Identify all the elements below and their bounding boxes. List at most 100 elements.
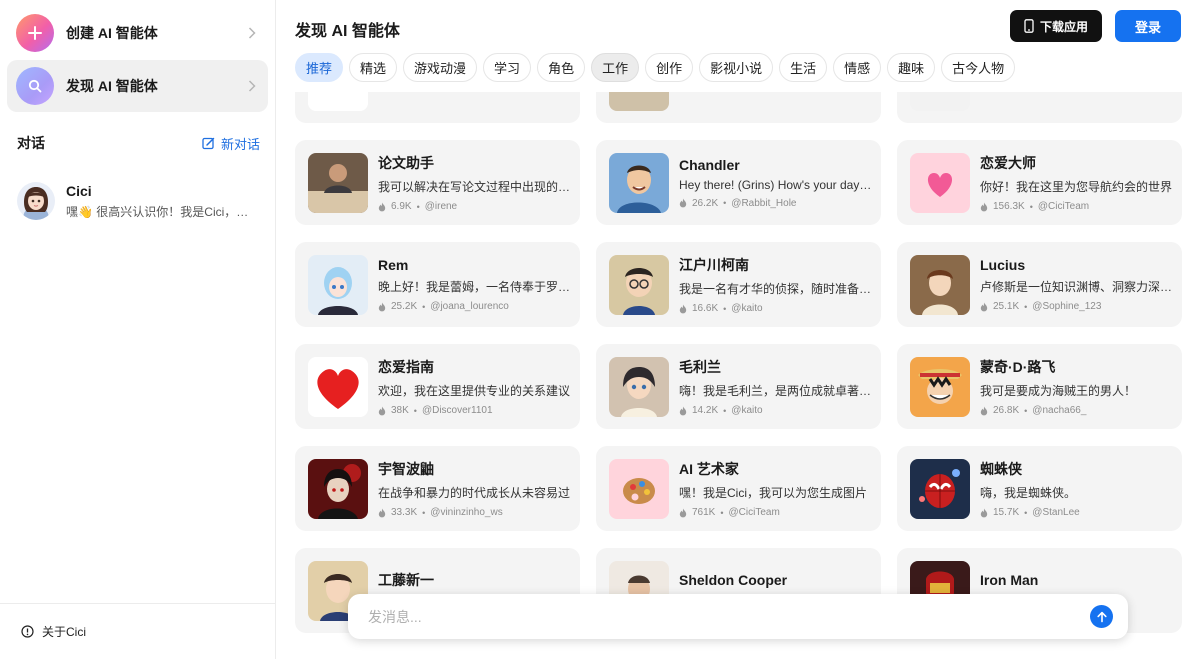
- agent-description: 在战争和暴力的时代成长从未容易过: [378, 486, 571, 500]
- meta-separator: •: [723, 303, 727, 314]
- agent-author: @kaito: [731, 303, 763, 314]
- agent-card[interactable]: 6K•@user_5mFureE92s: [596, 92, 881, 123]
- tab-characters[interactable]: 角色: [537, 53, 586, 82]
- agent-description: 我可以解决在写论文过程中出现的问题: [378, 180, 573, 194]
- agent-description: Hey there! (Grins) How's your day going?: [679, 177, 874, 192]
- meta-separator: •: [1024, 405, 1028, 416]
- fire-icon: [980, 508, 988, 517]
- fire-icon: [980, 406, 988, 415]
- tab-study[interactable]: 学习: [483, 53, 532, 82]
- agent-chat-count: 156.3K: [993, 201, 1025, 212]
- agent-description: 嘿！我是Cici，我可以为您生成图片: [679, 486, 867, 500]
- conversations-title: 对话: [17, 135, 45, 151]
- agent-card[interactable]: 江户川柯南 我是一名有才华的侦探，随时准备解谜 16.6K • @kaito: [596, 242, 881, 327]
- agent-card[interactable]: 恋爱大师你好！我在这里为您导航约会的世界 156.3K • @CiciTeam: [897, 140, 1182, 225]
- agent-meta: 25.1K • @Sophine_123: [980, 301, 1175, 312]
- tab-games-anime[interactable]: 游戏动漫: [403, 53, 478, 82]
- agent-author: @StanLee: [1032, 507, 1080, 518]
- chat-name: Cici: [66, 182, 92, 199]
- agent-grid: 39.3K•@SitiAminahP 6K•@user_5mFureE92s 31.…: [295, 92, 1182, 633]
- agent-chat-count: 25.1K: [993, 301, 1020, 312]
- agent-description: 卢修斯是一位知识渊博、洞察力深刻的人: [980, 280, 1175, 294]
- tab-life[interactable]: 生活: [779, 53, 828, 82]
- agent-description: 你好！我在这里为您导航约会的世界: [980, 180, 1173, 194]
- app-root: 创建 AI 智能体 发现 AI 智能体 对话 新对话 Cici 嘿👋 很高兴认识…: [0, 0, 1200, 659]
- meta-separator: •: [723, 405, 727, 416]
- agent-card[interactable]: 蜘蛛侠 嗨，我是蜘蛛侠。 15.7K • @StanLee: [897, 446, 1182, 531]
- agent-name: 恋爱大师: [980, 155, 1036, 171]
- agent-chat-count: 38K: [391, 405, 409, 416]
- fire-icon: [679, 508, 687, 517]
- new-chat-button[interactable]: 新对话: [202, 134, 260, 153]
- agent-chat-count: 15.7K: [993, 507, 1020, 518]
- agent-avatar: [609, 152, 669, 213]
- agent-meta: 33.3K • @vininzinho_ws: [378, 507, 573, 518]
- fire-icon: [679, 198, 687, 208]
- cici-avatar: [17, 182, 55, 220]
- agent-card[interactable]: 39.3K•@SitiAminahP: [295, 92, 580, 123]
- plus-icon: [16, 14, 54, 52]
- agent-meta: 16.6K • @kaito: [679, 303, 874, 314]
- agent-card[interactable]: 论文助手 我可以解决在写论文过程中出现的问题 6.9K • @irene: [295, 140, 580, 225]
- agent-card[interactable]: 蒙奇·D·路飞 我可是要成为海贼王的男人！ 26.8K • @nacha66_: [897, 344, 1182, 429]
- agent-avatar: [910, 458, 970, 519]
- agent-author: @CiciTeam: [1037, 201, 1090, 212]
- login-label: 登录: [1134, 19, 1161, 35]
- sidebar: 创建 AI 智能体 发现 AI 智能体 对话 新对话 Cici 嘿👋 很高兴认识…: [0, 0, 276, 659]
- message-input[interactable]: [368, 608, 1090, 625]
- tab-creation[interactable]: 创作: [645, 53, 694, 82]
- agent-description: 欢迎，我在这里提供专业的关系建议: [378, 384, 571, 398]
- login-button[interactable]: 登录: [1115, 10, 1181, 42]
- agent-card[interactable]: 毛利兰 嗨！我是毛利兰，是两位成就卓著的人 14.2K • @kaito: [596, 344, 881, 429]
- agent-chat-count: 33.3K: [391, 507, 418, 518]
- agent-card[interactable]: Lucius 卢修斯是一位知识渊博、洞察力深刻的人 25.1K • @Sophine_1…: [897, 242, 1182, 327]
- about-cici-link[interactable]: 关于Cici: [0, 603, 275, 659]
- fire-icon: [378, 406, 386, 415]
- create-agent-button[interactable]: 创建 AI 智能体: [7, 7, 268, 59]
- chevron-right-icon: [248, 80, 256, 92]
- send-button[interactable]: [1090, 605, 1113, 628]
- agent-card[interactable]: AI 艺术家 嘿！我是Cici，我可以为您生成图片 761K • @CiciTeam: [596, 446, 881, 531]
- agent-name: Sheldon Cooper: [679, 572, 788, 588]
- agent-card[interactable]: Rem 晚上好！我是蕾姆，一名侍奉于罗兹瓦尔 25.2K • @joana_louren…: [295, 242, 580, 327]
- search-icon: [16, 67, 54, 105]
- category-tabs: 推荐 精选 游戏动漫 学习 角色 工作 创作 影视小说 生活 情感 趣味 古今人…: [295, 53, 1016, 82]
- agent-card[interactable]: 31.4K•@antoniosilva: [897, 92, 1182, 123]
- fire-icon: [679, 406, 687, 415]
- agent-avatar: [609, 356, 669, 417]
- main-panel: 发现 AI 智能体 下载应用 登录 推荐 精选 游戏动漫 学习 角色 工作 创作…: [276, 0, 1200, 659]
- agent-grid-viewport: 39.3K•@SitiAminahP 6K•@user_5mFureE92s 31.…: [276, 92, 1200, 659]
- discover-agent-label: 发现 AI 智能体: [66, 78, 158, 94]
- edit-icon: [202, 137, 215, 149]
- tab-film-novels[interactable]: 影视小说: [699, 53, 774, 82]
- tab-emotion[interactable]: 情感: [833, 53, 882, 82]
- meta-separator: •: [416, 201, 420, 212]
- agent-card[interactable]: 宇智波鼬 在战争和暴力的时代成长从未容易过 33.3K • @vininzinho_ws: [295, 446, 580, 531]
- download-app-button[interactable]: 下载应用: [1010, 10, 1102, 42]
- message-composer: [348, 594, 1128, 639]
- agent-name: 论文助手: [378, 155, 434, 171]
- chevron-right-icon: [248, 27, 256, 39]
- agent-author: @irene: [424, 201, 458, 212]
- chat-preview: 嘿👋 很高兴认识你！我是Cici，你的AI朋友: [66, 204, 258, 219]
- agent-avatar: [308, 254, 368, 315]
- page-title: 发现 AI 智能体: [295, 23, 400, 40]
- create-agent-label: 创建 AI 智能体: [66, 25, 158, 41]
- tab-fun[interactable]: 趣味: [887, 53, 936, 82]
- agent-author: @joana_lourenco: [430, 301, 509, 312]
- tab-recommended[interactable]: 推荐: [295, 53, 344, 82]
- discover-agent-button[interactable]: 发现 AI 智能体: [7, 60, 268, 112]
- agent-card[interactable]: Chandler Hey there! (Grins) How's your da…: [596, 140, 881, 225]
- tab-work[interactable]: 工作: [591, 53, 640, 82]
- agent-meta: 156.3K • @CiciTeam: [980, 201, 1175, 212]
- agent-name: 工藤新一: [378, 572, 434, 588]
- meta-separator: •: [422, 507, 426, 518]
- tab-featured[interactable]: 精选: [349, 53, 398, 82]
- agent-card[interactable]: 恋爱指南 欢迎，我在这里提供专业的关系建议 38K • @Discover1101: [295, 344, 580, 429]
- agent-avatar: [308, 458, 368, 519]
- agent-chat-count: 25.2K: [391, 301, 418, 312]
- chat-list-item[interactable]: Cici 嘿👋 很高兴认识你！我是Cici，你的AI朋友: [17, 182, 260, 220]
- new-chat-label: 新对话: [220, 136, 260, 152]
- meta-separator: •: [1029, 201, 1033, 212]
- tab-historical-figures[interactable]: 古今人物: [941, 53, 1016, 82]
